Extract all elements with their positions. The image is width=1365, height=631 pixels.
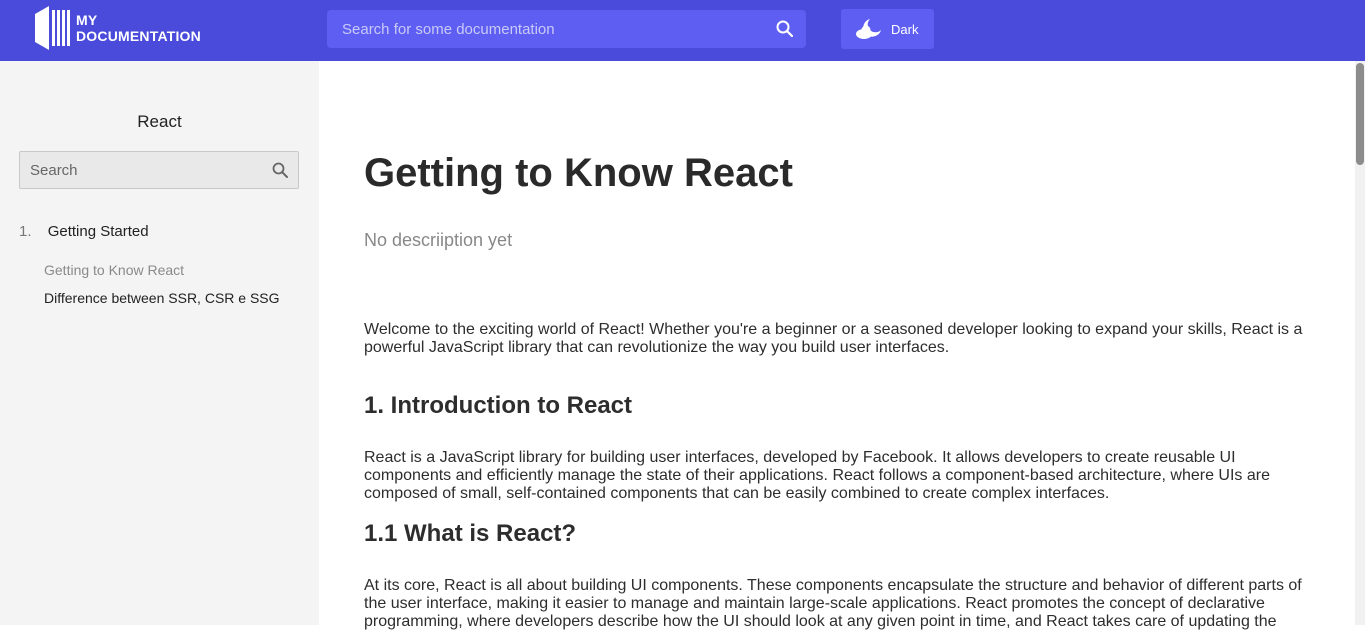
search-icon[interactable] <box>272 162 288 178</box>
page-description: No descriiption yet <box>364 230 513 250</box>
sidebar-title: React <box>137 112 182 131</box>
heading-what-is-react: 1.1 What is React? <box>364 520 577 547</box>
sidebar-search <box>19 151 299 189</box>
page-title: Getting to Know React <box>364 151 793 195</box>
site-logo[interactable]: MY DOCUMENTATION <box>35 6 205 50</box>
dark-mode-label: Dark <box>891 22 919 37</box>
what-is-react-paragraph: At its core, React is all about building… <box>364 577 1302 630</box>
section-label: Getting Started <box>47 223 149 240</box>
top-navigation-bar: MY DOCUMENTATION Dark <box>0 0 1365 61</box>
logo-line-2: DOCUMENTATION <box>76 28 201 44</box>
intro-paragraph: Welcome to the exciting world of React! … <box>364 321 1303 356</box>
sidebar-section-getting-started[interactable]: 1. Getting Started <box>19 223 149 240</box>
book-logo-icon <box>35 6 70 50</box>
logo-text: MY DOCUMENTATION <box>76 12 201 44</box>
global-search-input[interactable] <box>327 10 757 48</box>
search-icon[interactable] <box>776 20 793 37</box>
logo-line-1: MY <box>76 12 98 28</box>
global-search <box>327 10 806 48</box>
section-number: 1. <box>19 223 32 240</box>
moon-cloud-icon <box>856 19 881 39</box>
scrollbar-thumb[interactable] <box>1356 63 1364 165</box>
sidebar-item-getting-to-know-react[interactable]: Getting to Know React <box>44 262 184 278</box>
dark-mode-toggle-button[interactable]: Dark <box>841 9 934 49</box>
sidebar-search-input[interactable] <box>20 152 260 188</box>
sidebar-item-difference-ssr-csr-ssg[interactable]: Difference between SSR, CSR e SSG <box>44 290 280 306</box>
heading-introduction-to-react: 1. Introduction to React <box>364 392 633 419</box>
introduction-paragraph: React is a JavaScript library for buildi… <box>364 449 1270 502</box>
sidebar: React 1. Getting Started Getting to Know… <box>0 61 319 625</box>
